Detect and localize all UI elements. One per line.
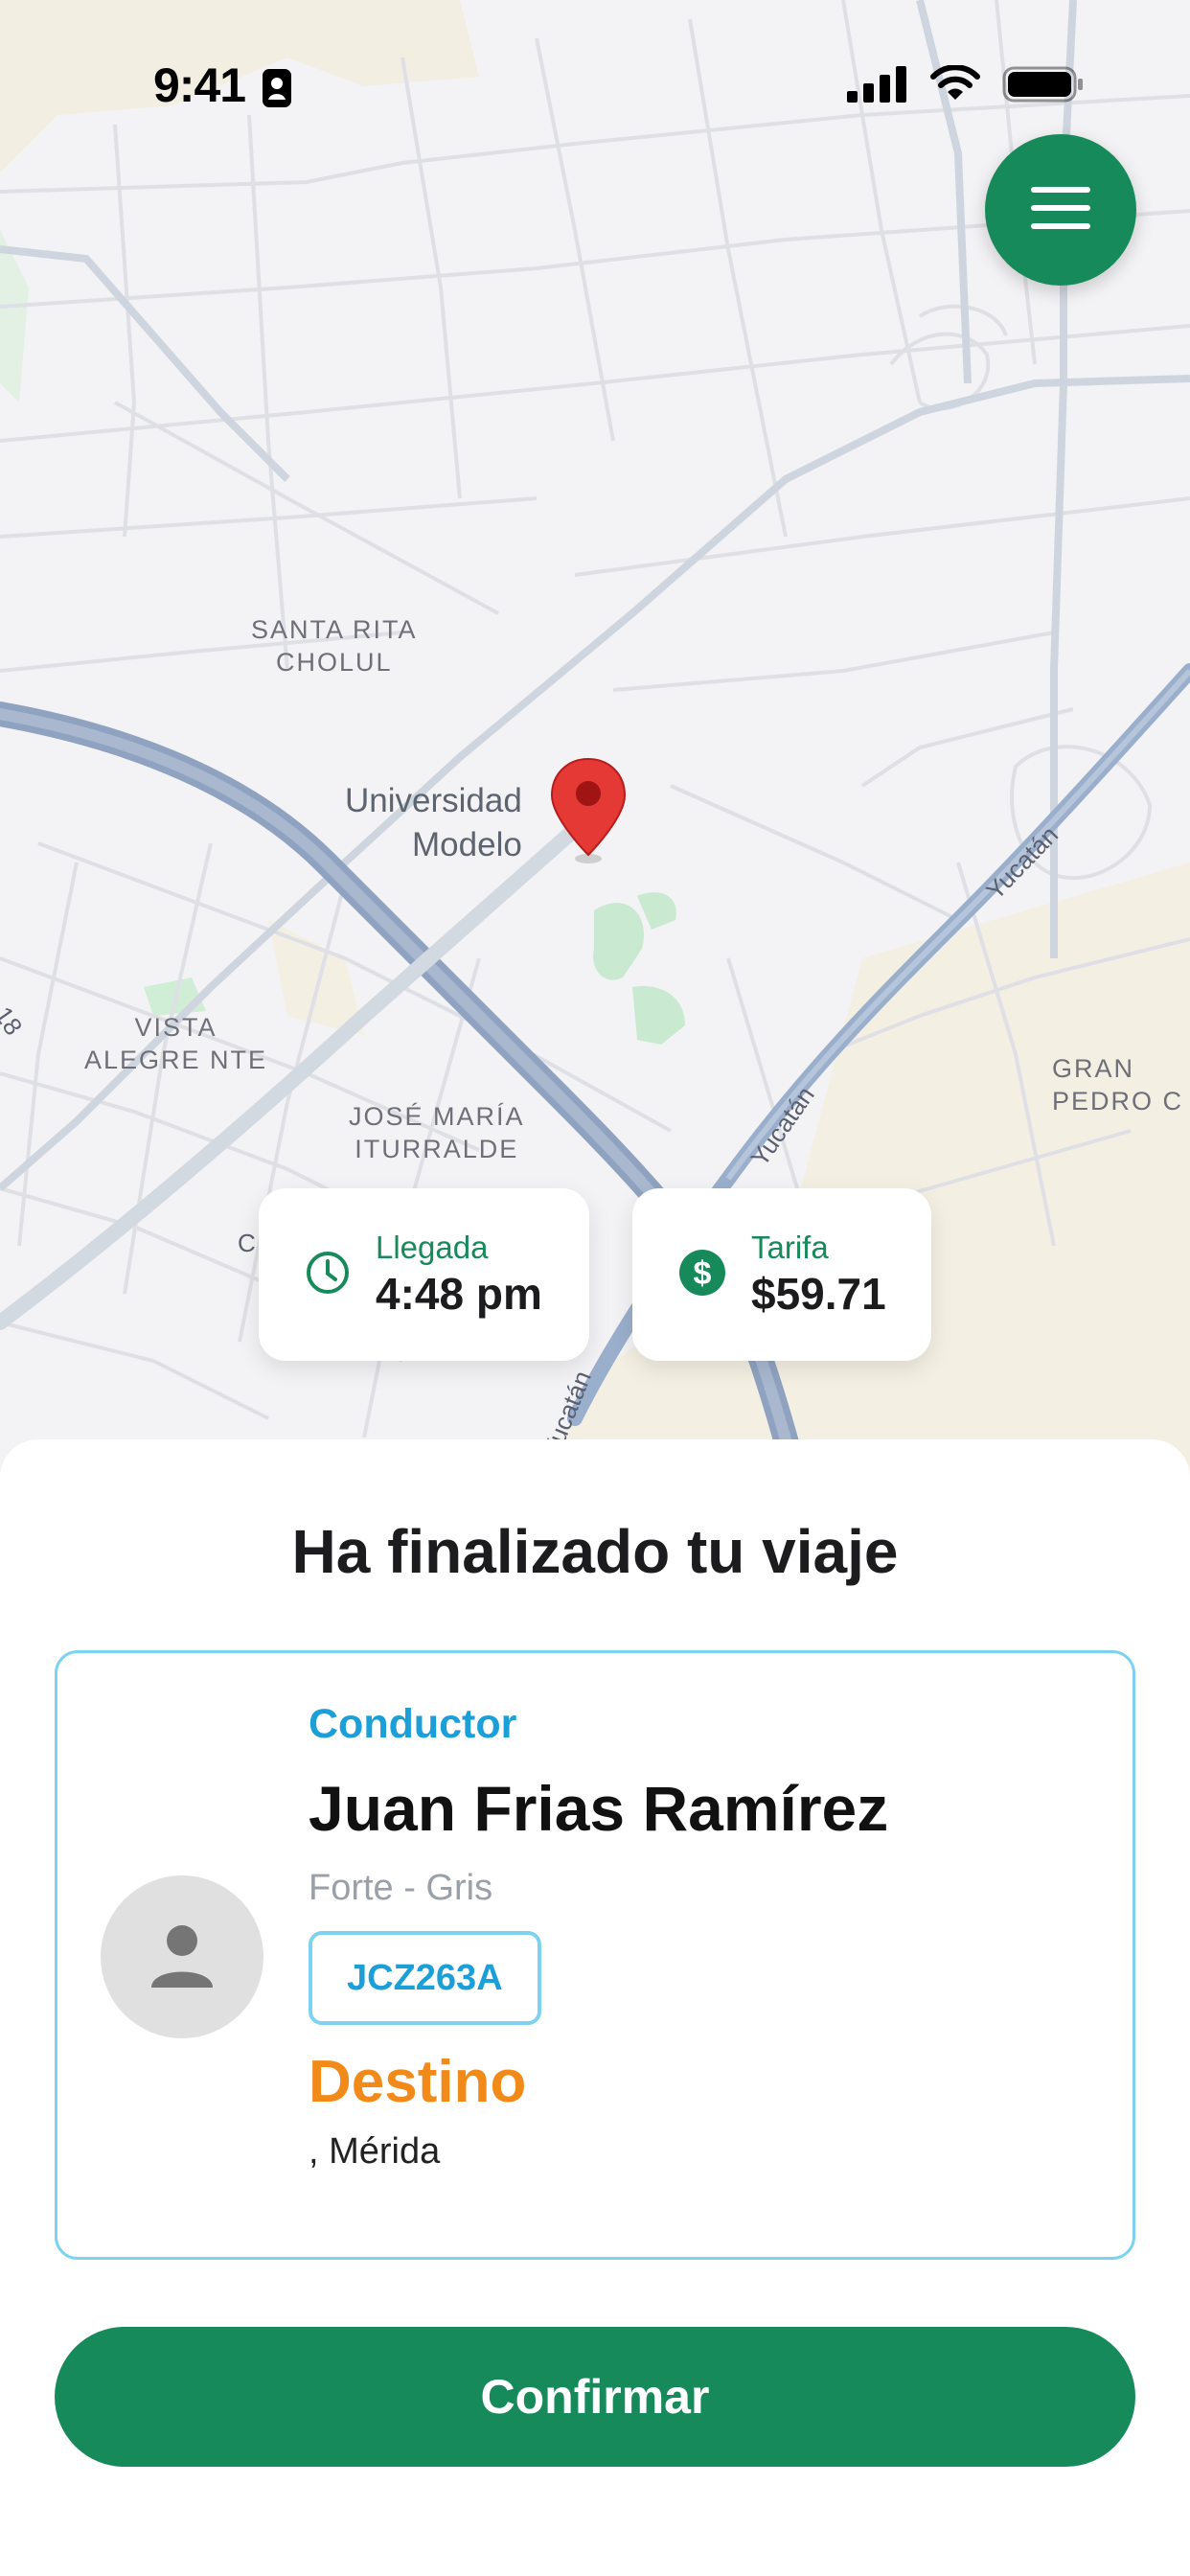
confirm-button[interactable]: Confirmar — [55, 2327, 1135, 2467]
driver-name: Juan Frias Ramírez — [309, 1773, 889, 1844]
neighborhood-label-gran-pedro: GRAN PEDRO C — [1052, 1054, 1184, 1116]
arrival-label: Llegada — [376, 1230, 489, 1265]
avatar — [101, 1875, 263, 2038]
driver-card: Conductor Juan Frias Ramírez Forte - Gri… — [55, 1650, 1135, 2260]
status-bar: 9:41 — [0, 0, 1190, 172]
license-plate-badge: JCZ263A — [309, 1931, 541, 2025]
arrival-card: Llegada 4:48 pm — [259, 1188, 589, 1361]
neighborhood-label-vista-alegre: VISTA ALEGRE NTE — [84, 1013, 268, 1074]
svg-text:$: $ — [694, 1255, 712, 1292]
menu-button[interactable] — [985, 134, 1136, 286]
poi-label-universidad: Universidad Modelo — [345, 782, 522, 863]
dollar-icon: $ — [678, 1249, 726, 1301]
fare-card: $ Tarifa $59.71 — [632, 1188, 931, 1361]
destination-label: Destino — [309, 2049, 527, 2115]
portrait-lock-icon — [261, 67, 293, 114]
road-label: C — [238, 1229, 256, 1257]
clock-icon — [305, 1250, 351, 1300]
wifi-icon — [929, 63, 981, 108]
arrival-time: 4:48 pm — [376, 1269, 542, 1319]
battery-icon — [1002, 65, 1085, 108]
fare-amount: $59.71 — [751, 1269, 886, 1319]
destination-value: , Mérida — [309, 2131, 441, 2172]
hamburger-menu-icon — [1031, 186, 1090, 234]
fare-label: Tarifa — [751, 1230, 829, 1265]
person-icon — [144, 1917, 220, 1998]
sheet-title: Ha finalizado tu viaje — [291, 1517, 899, 1586]
neighborhood-label-santa-rita: SANTA RITA CHOLUL — [251, 615, 418, 677]
status-time: 9:41 — [153, 58, 246, 112]
neighborhood-label-jose-maria: JOSÉ MARÍA ITURRALDE — [349, 1102, 525, 1163]
driver-role-label: Conductor — [309, 1701, 517, 1747]
trip-summary-sheet: Ha finalizado tu viaje Conductor Juan Fr… — [0, 1439, 1190, 2576]
vehicle-description: Forte - Gris — [309, 1868, 493, 1908]
cellular-signal-icon — [847, 65, 908, 107]
